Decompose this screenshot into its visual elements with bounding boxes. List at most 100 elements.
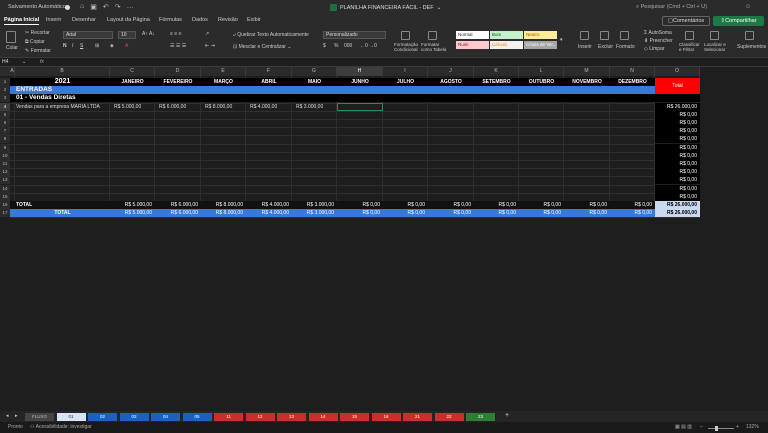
total-cell[interactable]: R$ 5.000,00 [110,201,155,209]
sheet-tab-22[interactable]: 22 [434,413,464,421]
sheet-tab-23[interactable]: 23 [466,413,495,421]
search-input[interactable]: ⌕ Pesquisar (Cmd + Ctrl + U) [636,4,707,11]
autosum-button[interactable]: Σ AutoSoma [644,30,672,36]
percent-icon[interactable]: % [334,43,338,49]
subsection-vendas-diretas[interactable]: 01 - Vendas Diretas [10,94,700,103]
format-painter-button[interactable]: ✎ Formatar [25,48,51,54]
sheet-tab-13[interactable]: 13 [277,413,306,421]
row-total[interactable]: R$ 0,00 [655,119,700,127]
thousands-icon[interactable]: 000 [344,43,352,49]
sheet-tab-16[interactable]: 16 [371,413,401,421]
total-blue-cell[interactable]: R$ 3.000,00 [292,209,337,217]
undo-icon[interactable]: ↶ [103,3,109,11]
row-header-15[interactable]: 15 [0,192,10,201]
total-blue-cell[interactable]: R$ 0,00 [564,209,610,217]
number-format-select[interactable]: Personalizado [323,31,386,39]
column-header-k[interactable]: K [474,67,519,76]
styles-more-icon[interactable]: ▾ [560,37,563,43]
delete-cells-label[interactable]: Excluir [598,44,613,50]
row-header-11[interactable]: 11 [0,160,10,168]
row-header-17[interactable]: 17 [0,209,10,218]
tab-home[interactable]: Página Inicial [4,17,40,25]
total-blue-cell[interactable]: R$ 0,00 [610,209,655,217]
sort-filter-label[interactable]: Classificar e Filtrar [679,42,703,52]
month-header[interactable]: MARÇO [201,78,246,86]
sheet-tab-03[interactable]: 03 [119,413,149,421]
tab-insert[interactable]: Inserir [46,17,61,23]
value-cell[interactable]: R$ 4.000,00 [246,103,292,111]
row-header-14[interactable]: 14 [0,184,10,193]
tab-review[interactable]: Revisão [218,17,238,23]
conditional-format-label[interactable]: Formatação Condicional [394,42,420,52]
borders-icon[interactable]: ⊞ [95,43,99,49]
font-name-select[interactable]: Arial [63,31,113,39]
save-icon[interactable]: ▣ [90,3,97,11]
total-cell[interactable]: R$ 3.000,00 [292,201,337,209]
row-header-12[interactable]: 12 [0,168,10,177]
spreadsheet-grid[interactable]: A B C D E F G H I J K L M N O 1 2 3 4 5 6 7 8 9 10 11 12 13 14 15 16 17… [0,67,768,410]
sheet-tab-14[interactable]: 14 [308,413,338,421]
row-header-3[interactable]: 3 [0,94,10,103]
align-top-icon[interactable]: ≡ ≡ ≡ [170,31,182,37]
delete-cells-icon[interactable] [600,31,609,40]
autosave-toggle[interactable] [65,5,70,10]
column-header-m[interactable]: M [564,67,610,76]
row-header-6[interactable]: 6 [0,119,10,127]
comments-button[interactable]: ▢ Comentários [662,16,710,26]
name-box[interactable]: H4 [2,59,8,65]
month-header[interactable]: MAIO [292,78,337,86]
year-cell[interactable]: 2021 [15,78,110,86]
total-cell[interactable]: R$ 4.000,00 [246,201,292,209]
style-normal[interactable]: Normal [456,31,489,39]
zoom-slider[interactable] [708,428,734,429]
total-blue-cell[interactable]: R$ 0,00 [428,209,474,217]
accessibility-status[interactable]: ⚇ Acessibilidade: investigar [30,424,92,430]
select-all-corner[interactable] [0,67,10,76]
total-blue-cell[interactable]: R$ 6.000,00 [155,209,201,217]
grand-total-blue-cell[interactable]: R$ 26.000,00 [655,209,700,218]
column-header-c[interactable]: C [110,67,155,76]
style-bad[interactable]: Ruim [456,41,489,49]
month-header[interactable]: JULHO [383,78,428,86]
row-total[interactable]: R$ 0,00 [655,184,700,193]
namebox-dropdown-icon[interactable]: ⌄ [22,59,26,65]
insert-cells-label[interactable]: Inserir [578,44,592,50]
fx-icon[interactable]: fx [40,59,44,65]
row-total[interactable]: R$ 0,00 [655,143,700,152]
total-blue-cell[interactable]: R$ 8.000,00 [201,209,246,217]
sheet-tab-12[interactable]: 12 [245,413,275,421]
total-row-label[interactable]: TOTAL [15,201,110,209]
total-blue-cell[interactable]: R$ 0,00 [474,209,519,217]
style-check-cell[interactable]: Célula de Ver... [524,41,557,49]
indent-icon[interactable]: ⇤ ⇥ [205,43,215,49]
font-grow-icon[interactable]: A↑ A↓ [142,31,155,37]
month-header[interactable]: OUTUBRO [519,78,564,86]
column-header-j[interactable]: J [428,67,474,76]
zoom-out-icon[interactable]: − [700,424,703,430]
total-blue-cell[interactable]: R$ 5.000,00 [110,209,155,217]
row-header-2[interactable]: 2 [0,86,10,95]
month-header[interactable]: AGOSTO [428,78,474,86]
format-cells-label[interactable]: Formato [616,44,635,50]
copy-button[interactable]: ⧉ Copiar [25,39,45,45]
cut-button[interactable]: ✂ Recortar [25,30,50,36]
sheet-tab-02[interactable]: 02 [88,413,117,421]
total-cell[interactable]: R$ 0,00 [610,201,655,209]
value-cell[interactable]: R$ 6.000,00 [155,103,201,111]
sheet-tab-fluxo[interactable]: FLUXO [25,413,54,421]
month-header[interactable]: DEZEMBRO [610,78,655,86]
tab-page-layout[interactable]: Layout da Página [107,17,150,23]
chevron-down-icon[interactable]: ⌄ [437,5,442,11]
column-header-l[interactable]: L [519,67,564,76]
row-header-16[interactable]: 16 [0,201,10,209]
total-cell[interactable]: R$ 0,00 [519,201,564,209]
total-cell[interactable]: R$ 6.000,00 [155,201,201,209]
month-header[interactable]: JANEIRO [110,78,155,86]
redo-icon[interactable]: ↷ [115,3,121,11]
paste-label[interactable]: Colar [6,45,18,51]
conditional-format-icon[interactable] [401,31,410,40]
row-header-9[interactable]: 9 [0,143,10,152]
month-header[interactable]: JUNHO [337,78,383,86]
zoom-level[interactable]: 132% [746,424,759,430]
fill-button[interactable]: ⬇ Preencher [644,38,673,44]
